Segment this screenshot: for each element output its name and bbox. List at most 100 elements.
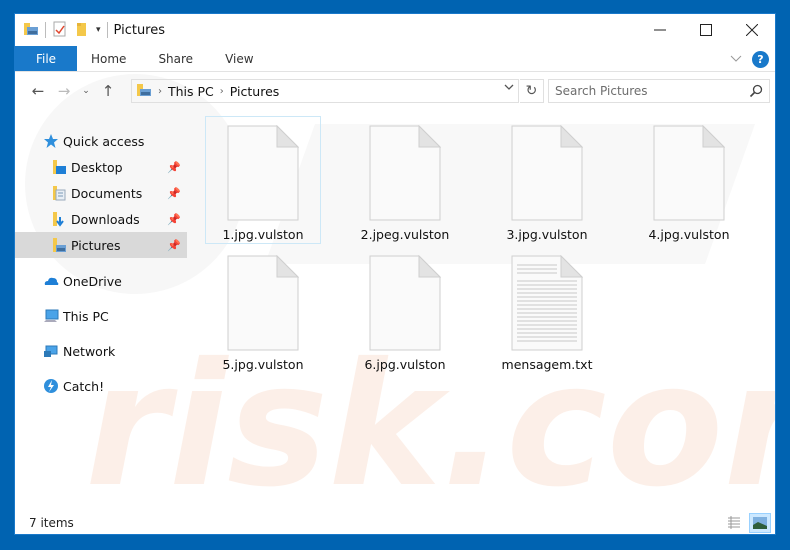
details-view-icon: [728, 516, 740, 529]
file-name: 5.jpg.vulston: [222, 357, 304, 372]
file-name: 2.jpeg.vulston: [360, 227, 450, 242]
recent-locations-button[interactable]: ⌄: [77, 79, 95, 103]
nav-documents[interactable]: Documents 📌: [15, 180, 187, 206]
large-icons-view-button[interactable]: [749, 513, 771, 533]
nav-label: Downloads: [71, 211, 140, 227]
file-item[interactable]: 3.jpg.vulston: [489, 116, 605, 244]
nav-quick-access[interactable]: Quick access: [15, 128, 187, 154]
blank-file-icon: [227, 255, 299, 351]
file-name: 1.jpg.vulston: [222, 227, 304, 242]
nav-this-pc[interactable]: This PC: [15, 303, 187, 329]
file-name: mensagem.txt: [501, 357, 593, 372]
file-item[interactable]: 2.jpeg.vulston: [347, 116, 463, 244]
blank-file-icon: [653, 125, 725, 221]
chevron-down-icon: ⌄: [82, 86, 90, 96]
back-arrow-icon: ←: [31, 82, 45, 100]
expand-ribbon-icon[interactable]: [730, 52, 742, 66]
pin-icon[interactable]: 📌: [167, 213, 181, 226]
desktop-folder-icon: [51, 159, 67, 175]
breadcrumb-pictures[interactable]: Pictures: [230, 84, 280, 99]
downloads-folder-icon: [51, 211, 67, 227]
nav-label: Network: [63, 343, 116, 359]
forward-button[interactable]: →: [51, 79, 77, 103]
file-list: 1.jpg.vulston 2.jpeg.vulston 3.jpg.vulst…: [201, 114, 775, 512]
documents-folder-icon: [51, 185, 67, 201]
pin-icon[interactable]: 📌: [167, 239, 181, 252]
breadcrumb-separator: ›: [219, 85, 224, 97]
tab-file[interactable]: File: [15, 46, 77, 71]
search-box[interactable]: [548, 79, 770, 103]
address-dropdown-icon[interactable]: [504, 83, 514, 94]
file-item[interactable]: mensagem.txt: [489, 246, 605, 374]
refresh-icon: ↻: [525, 83, 538, 99]
cloud-icon: [43, 273, 59, 289]
forward-arrow-icon: →: [57, 82, 71, 100]
nav-network[interactable]: Network: [15, 338, 187, 364]
address-bar[interactable]: › This PC › Pictures: [131, 79, 519, 103]
status-bar: 7 items: [15, 512, 775, 534]
tab-view[interactable]: View: [209, 46, 269, 71]
maximize-icon: [700, 24, 712, 36]
minimize-button[interactable]: [637, 14, 683, 46]
new-folder-icon[interactable]: [74, 21, 90, 40]
nav-label: Catch!: [63, 378, 105, 394]
computer-icon: [43, 308, 59, 324]
search-input[interactable]: [555, 84, 735, 98]
properties-icon[interactable]: [52, 21, 68, 40]
nav-desktop[interactable]: Desktop 📌: [15, 154, 187, 180]
refresh-button[interactable]: ↻: [520, 79, 544, 103]
pictures-location-icon: [136, 82, 152, 101]
window-title: Pictures: [113, 22, 166, 38]
file-name: 4.jpg.vulston: [648, 227, 730, 242]
file-item[interactable]: 1.jpg.vulston: [205, 116, 321, 244]
nav-label: Documents: [71, 185, 143, 201]
window-controls: [637, 14, 775, 46]
blank-file-icon: [227, 125, 299, 221]
text-file-icon: [511, 255, 583, 351]
search-icon[interactable]: [749, 84, 763, 101]
pin-icon[interactable]: 📌: [167, 187, 181, 200]
tab-share[interactable]: Share: [142, 46, 209, 71]
nav-catch[interactable]: Catch!: [15, 373, 187, 399]
nav-onedrive[interactable]: OneDrive: [15, 268, 187, 294]
minimize-icon: [654, 29, 666, 31]
breadcrumb-separator: ›: [158, 85, 162, 97]
maximize-button[interactable]: [683, 14, 729, 46]
up-button[interactable]: ↑: [95, 79, 121, 103]
breadcrumb-this-pc[interactable]: This PC: [168, 84, 214, 99]
view-switcher: [723, 512, 771, 534]
nav-label: Desktop: [71, 159, 123, 175]
pin-icon[interactable]: 📌: [167, 161, 181, 174]
blank-file-icon: [369, 255, 441, 351]
nav-pictures[interactable]: Pictures 📌: [15, 232, 187, 258]
file-item[interactable]: 5.jpg.vulston: [205, 246, 321, 374]
navigation-pane: Quick access Desktop 📌 Documents 📌 Downl…: [15, 114, 187, 512]
navigation-bar: ← → ⌄ ↑ › This PC › Pictures ↻: [15, 76, 775, 106]
file-item[interactable]: 6.jpg.vulston: [347, 246, 463, 374]
nav-label: Pictures: [71, 237, 121, 253]
large-icons-view-icon: [753, 517, 767, 529]
blank-file-icon: [511, 125, 583, 221]
item-count: 7 items: [29, 516, 74, 530]
title-bar: ▾ Pictures: [15, 14, 775, 46]
close-icon: [746, 24, 758, 36]
file-name: 3.jpg.vulston: [506, 227, 588, 242]
toolbar-separator: [45, 22, 46, 38]
up-arrow-icon: ↑: [101, 82, 115, 100]
nav-label: This PC: [63, 308, 109, 324]
folder-pictures-icon[interactable]: [23, 21, 39, 40]
details-view-button[interactable]: [723, 513, 745, 533]
network-icon: [43, 343, 59, 359]
tab-home[interactable]: Home: [77, 46, 142, 71]
ribbon-tabs: File Home Share View ?: [15, 46, 775, 72]
blank-file-icon: [369, 125, 441, 221]
customize-dropdown-icon[interactable]: ▾: [96, 25, 101, 35]
close-button[interactable]: [729, 14, 775, 46]
help-button[interactable]: ?: [752, 50, 769, 68]
nav-downloads[interactable]: Downloads 📌: [15, 206, 187, 232]
back-button[interactable]: ←: [25, 79, 51, 103]
ribbon-right-controls: ?: [730, 46, 769, 72]
file-item[interactable]: 4.jpg.vulston: [631, 116, 747, 244]
file-name: 6.jpg.vulston: [364, 357, 446, 372]
pictures-folder-icon: [51, 237, 67, 253]
